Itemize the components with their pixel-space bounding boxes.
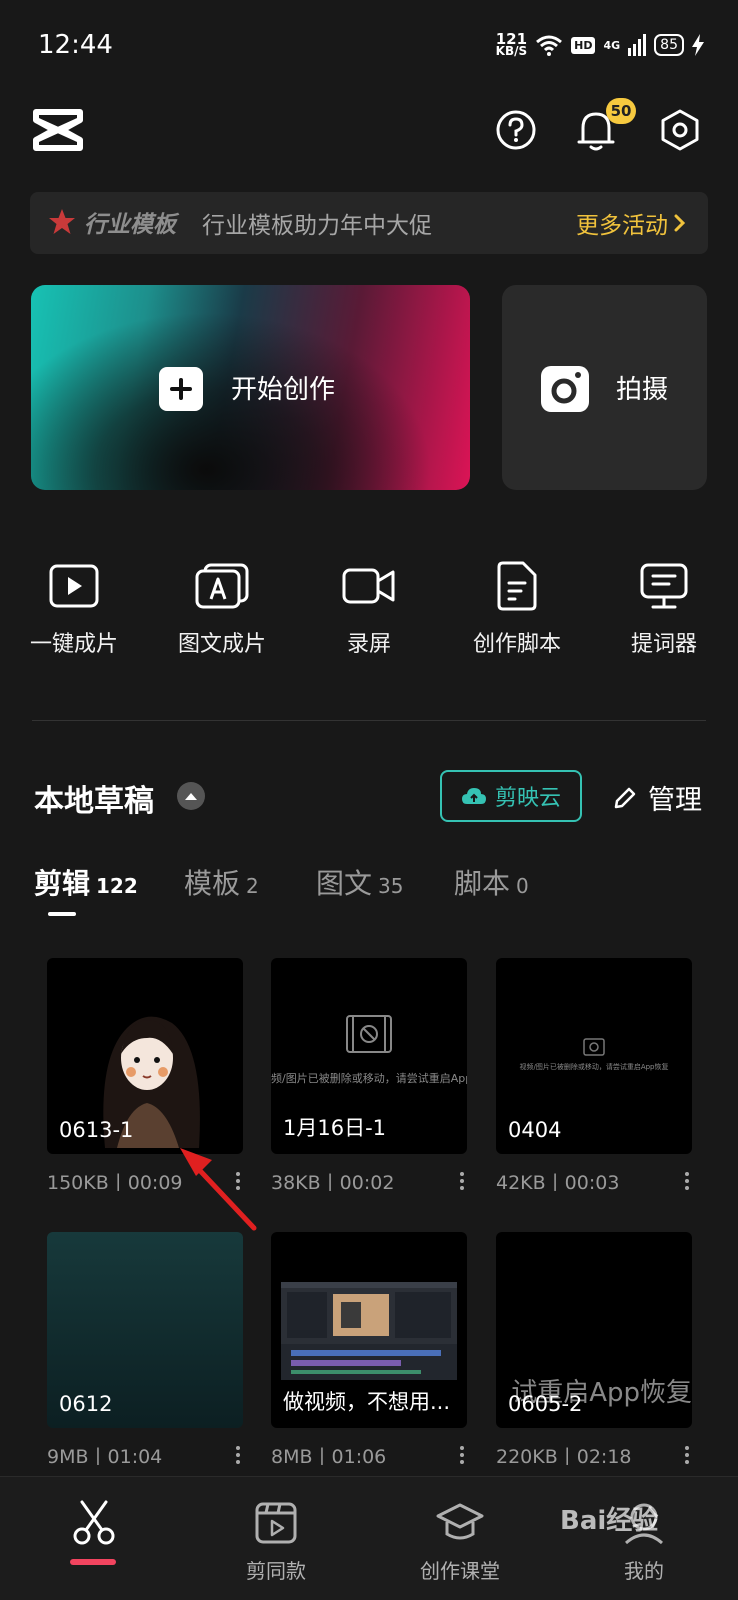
collapse-drafts-button[interactable] xyxy=(177,782,205,810)
draft-card[interactable]: 做视频，不想用... 8MB丨01:06 xyxy=(271,1232,467,1468)
draft-thumbnail[interactable]: 视频/图片已被删除或移动，请尝试重启App恢复 0404 xyxy=(496,958,692,1154)
play-video-icon xyxy=(49,564,99,608)
draft-meta: 220KB丨02:18 xyxy=(496,1445,632,1468)
tools-row: 一键成片 图文成片 录屏 创作脚本 提词器 xyxy=(0,558,738,668)
more-options-icon[interactable] xyxy=(233,1446,243,1464)
active-tab-indicator xyxy=(48,912,76,916)
missing-media-message: 频/图片已被删除或移动，请尝试重启App xyxy=(271,1072,467,1085)
draft-thumbnail[interactable]: 0612 xyxy=(47,1232,243,1428)
draft-name: 0613-1 xyxy=(59,1118,134,1142)
tool-text-to-video[interactable]: 图文成片 xyxy=(148,558,296,658)
missing-media-message: 视频/图片已被删除或移动，请尝试重启App恢复 xyxy=(519,1063,669,1071)
draft-name: 0404 xyxy=(508,1118,562,1142)
settings-hexagon-icon xyxy=(661,109,699,151)
camera-icon xyxy=(541,366,589,412)
draft-thumbnail[interactable]: 试重启App恢复 0605-2 xyxy=(496,1232,692,1428)
tab-template[interactable]: 模板 2 xyxy=(184,862,259,902)
nav-classroom[interactable]: 创作课堂 xyxy=(390,1499,530,1584)
promo-banner[interactable]: 行业模板 行业模板助力年中大促 更多活动 xyxy=(30,192,708,254)
shoot-button[interactable]: 拍摄 xyxy=(502,285,707,490)
status-bar: 12:44 121 KB/S HD 4G 85 xyxy=(0,0,738,90)
tab-script[interactable]: 脚本 0 xyxy=(454,862,529,902)
draft-name: 0612 xyxy=(59,1392,113,1416)
scissors-icon xyxy=(73,1500,115,1545)
active-nav-indicator xyxy=(70,1559,116,1565)
notification-badge: 50 xyxy=(606,98,636,124)
draft-meta: 8MB丨01:06 xyxy=(271,1445,387,1468)
nav-edit[interactable] xyxy=(24,1499,164,1555)
editor-screenshot-thumbnail xyxy=(281,1282,457,1380)
start-create-label: 开始创作 xyxy=(231,375,336,405)
script-document-icon xyxy=(497,561,537,611)
signal-icon xyxy=(628,34,647,56)
more-options-icon[interactable] xyxy=(682,1172,692,1190)
app-header: 50 xyxy=(0,98,738,162)
draft-thumbnail[interactable]: 频/图片已被删除或移动，请尝试重启App 1月16日-1 xyxy=(271,958,467,1154)
draft-meta: 9MB丨01:04 xyxy=(47,1445,163,1468)
caret-up-icon xyxy=(185,793,197,800)
draft-meta: 38KB丨00:02 xyxy=(271,1171,395,1194)
network-type: 4G xyxy=(603,38,621,52)
draft-name: 1月16日-1 xyxy=(283,1116,387,1140)
draft-card[interactable]: 0612 9MB丨01:04 xyxy=(47,1232,243,1468)
more-options-icon[interactable] xyxy=(233,1172,243,1190)
tool-one-click-video[interactable]: 一键成片 xyxy=(0,558,148,658)
star-icon xyxy=(49,209,75,234)
draft-card[interactable]: 试重启App恢复 0605-2 220KB丨02:18 xyxy=(496,1232,692,1468)
manage-button[interactable]: 管理 xyxy=(612,778,702,817)
teleprompter-icon xyxy=(640,563,688,609)
section-divider xyxy=(32,720,706,721)
tool-screen-record[interactable]: 录屏 xyxy=(295,558,443,658)
capcut-logo-icon xyxy=(33,109,83,151)
drafts-title: 本地草稿 xyxy=(34,784,154,819)
draft-thumbnail[interactable]: 做视频，不想用... xyxy=(271,1232,467,1428)
missing-media-icon xyxy=(583,1038,605,1056)
graduation-cap-icon xyxy=(436,1503,484,1540)
draft-meta: 150KB丨00:09 xyxy=(47,1171,183,1194)
tool-create-script[interactable]: 创作脚本 xyxy=(443,558,591,658)
wifi-icon xyxy=(536,35,563,56)
draft-card[interactable]: 频/图片已被删除或移动，请尝试重启App 1月16日-1 38KB丨00:02 xyxy=(271,958,467,1194)
help-icon xyxy=(496,110,536,150)
draft-card[interactable]: 视频/图片已被删除或移动，请尝试重启App恢复 0404 42KB丨00:03 xyxy=(496,958,692,1194)
battery-indicator: 85 xyxy=(654,34,684,56)
nav-templates[interactable]: 剪同款 xyxy=(206,1499,346,1584)
more-activities-link[interactable]: 更多活动 xyxy=(576,206,686,240)
draft-thumbnail[interactable]: 0613-1 xyxy=(47,958,243,1154)
draft-name: 做视频，不想用... xyxy=(283,1390,451,1414)
bottom-navigation: 剪同款 创作课堂 我的 xyxy=(0,1476,738,1600)
pencil-icon xyxy=(614,787,636,808)
network-speed: 121 KB/S xyxy=(495,30,528,58)
cloud-upload-icon xyxy=(461,788,486,804)
promo-tag: 行业模板 xyxy=(84,212,176,238)
template-play-icon xyxy=(255,1502,297,1544)
status-time: 12:44 xyxy=(38,30,113,60)
missing-media-icon xyxy=(346,1015,392,1053)
tool-teleprompter[interactable]: 提词器 xyxy=(590,558,738,658)
charging-icon xyxy=(692,34,704,56)
tab-image-text[interactable]: 图文 35 xyxy=(316,862,403,902)
shoot-label: 拍摄 xyxy=(616,375,669,405)
more-options-icon[interactable] xyxy=(682,1446,692,1464)
tab-edit[interactable]: 剪辑 122 xyxy=(34,862,138,902)
hd-badge: HD xyxy=(571,36,596,54)
baidu-watermark: Bai经验 xyxy=(560,1506,659,1536)
text-to-video-icon xyxy=(195,563,249,609)
start-create-button[interactable]: 开始创作 xyxy=(31,285,470,490)
more-options-icon[interactable] xyxy=(457,1446,467,1464)
draft-card[interactable]: 0613-1 150KB丨00:09 xyxy=(47,958,243,1194)
draft-name: 0605-2 xyxy=(508,1392,583,1416)
video-camera-icon xyxy=(342,568,395,604)
more-options-icon[interactable] xyxy=(457,1172,467,1190)
chevron-right-icon xyxy=(674,214,686,232)
drafts-tabs: 剪辑 122 模板 2 图文 35 脚本 0 xyxy=(34,862,714,922)
settings-button[interactable] xyxy=(656,106,704,154)
promo-text: 行业模板助力年中大促 xyxy=(202,213,432,239)
help-button[interactable] xyxy=(492,106,540,154)
cloud-button[interactable]: 剪映云 xyxy=(440,770,582,822)
status-icons: 121 KB/S HD 4G 85 xyxy=(496,30,704,60)
draft-meta: 42KB丨00:03 xyxy=(496,1171,620,1194)
plus-icon xyxy=(159,367,203,411)
